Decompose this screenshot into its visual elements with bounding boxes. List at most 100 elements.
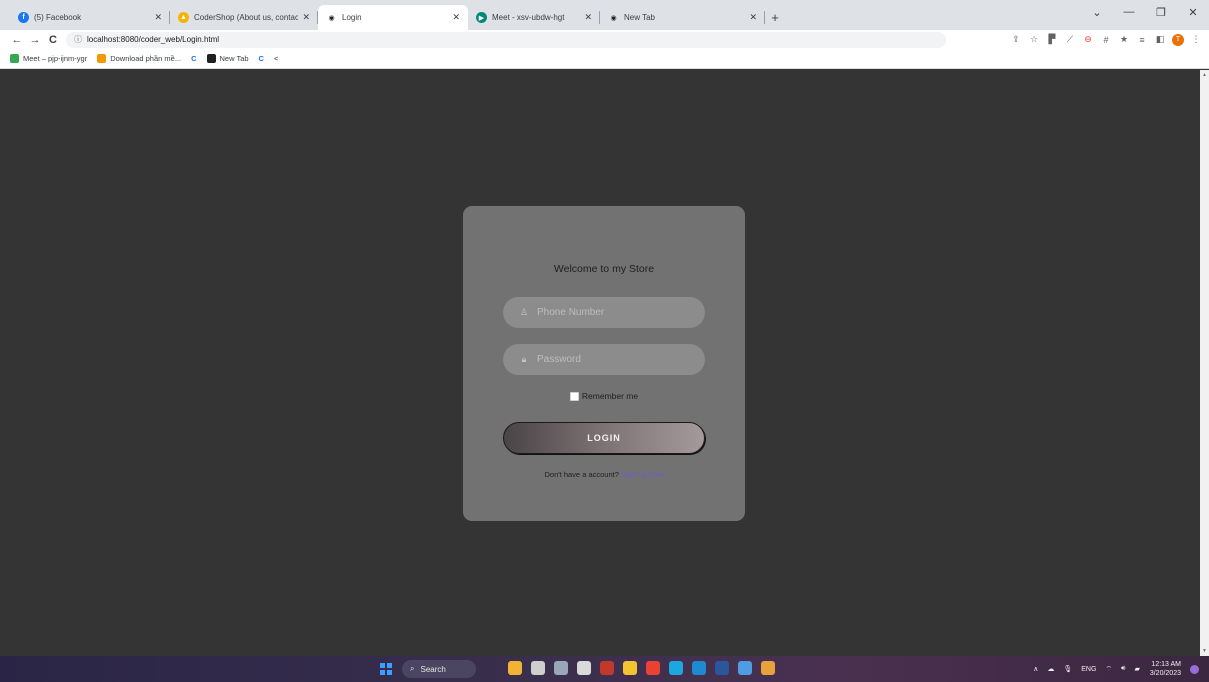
bookmark-item[interactable]: C (259, 54, 264, 63)
extension-icon[interactable]: ▛ (1043, 34, 1061, 45)
lock-icon: 🔒︎ (521, 354, 527, 364)
settings-icon[interactable] (554, 661, 568, 675)
share-icon[interactable]: ⇪ (1007, 34, 1025, 45)
reload-icon[interactable]: C (44, 34, 62, 46)
phone-input[interactable] (537, 307, 687, 318)
start-icon-tile (387, 663, 392, 668)
start-icon-tile (380, 670, 385, 675)
profile-avatar[interactable]: T (1172, 33, 1184, 46)
restore-icon[interactable]: ❐ (1145, 6, 1177, 19)
clock-date: 3/20/2023 (1149, 670, 1181, 677)
volume-icon[interactable]: 🔊︎ (1121, 665, 1125, 673)
notification-icon[interactable] (1190, 664, 1199, 674)
chrome-icon[interactable] (646, 661, 660, 675)
minimize-icon[interactable]: — (1113, 6, 1145, 18)
tab-title: CoderShop (About us, contact) - (194, 13, 299, 22)
user-icon: ♙ (519, 307, 529, 317)
tab-3[interactable]: ▶ Meet - xsv-ubdw-hgt ✕ (468, 5, 600, 30)
tab-search-icon[interactable]: ⌄ (1081, 6, 1113, 19)
bookmark-star-icon[interactable]: ☆ (1025, 34, 1043, 45)
clock[interactable]: 12:13 AM 3/20/2023 (1150, 660, 1181, 678)
login-button[interactable]: LOGIN (503, 422, 705, 454)
bookmark-item[interactable]: < (274, 54, 278, 63)
file-explorer-icon[interactable] (623, 661, 637, 675)
tab-title: Login (342, 13, 362, 22)
back-icon[interactable]: ← (8, 34, 26, 46)
bookmark-label: C (191, 54, 197, 63)
password-field[interactable]: 🔒︎ (503, 344, 705, 375)
reading-list-icon[interactable]: ≡ (1133, 35, 1151, 45)
browser-toolbar: ← → C ⓘ localhost:8080/coder_web/Login.h… (0, 30, 1209, 49)
hash-extension-icon[interactable]: # (1097, 35, 1115, 45)
remember-me-checkbox[interactable] (569, 391, 579, 401)
battery-icon[interactable]: ▰ (1134, 665, 1139, 673)
globe-icon: ◉ (610, 14, 617, 22)
globe-icon: ◉ (328, 14, 335, 22)
phone-field[interactable]: ♙ (503, 297, 705, 328)
tab-4[interactable]: ◉ New Tab ✕ (600, 5, 765, 30)
pen-extension-icon[interactable]: ⟋ (1061, 34, 1079, 45)
taskbar-apps (508, 661, 784, 675)
onedrive-icon[interactable]: ☁ (1047, 665, 1054, 673)
widgets-icon[interactable] (508, 661, 522, 675)
tab-close-icon[interactable]: ✕ (452, 12, 460, 23)
tab-close-icon[interactable]: ✕ (302, 12, 310, 23)
search-icon: ⌕ (410, 664, 415, 673)
bookmark-item[interactable]: Meet – pjp-ijnm-ygr (10, 54, 87, 63)
tab-close-icon[interactable]: ✕ (154, 12, 162, 23)
forward-icon[interactable]: → (26, 34, 44, 46)
side-panel-icon[interactable]: ◧ (1151, 34, 1169, 45)
tab-1[interactable]: ▲ CoderShop (About us, contact) - ✕ (170, 5, 318, 30)
bookmark-label: New Tab (219, 54, 249, 63)
close-window-icon[interactable]: ✕ (1177, 6, 1209, 19)
tray-chevron-icon[interactable]: ∧ (1033, 665, 1038, 673)
tab-close-icon[interactable]: ✕ (584, 12, 592, 23)
bookmark-label: Download phần mề... (110, 54, 182, 63)
mic-icon[interactable]: 🎙︎ (1063, 665, 1072, 673)
app-icon[interactable] (577, 661, 591, 675)
task-view-icon[interactable] (531, 661, 545, 675)
facebook-icon: f (18, 12, 29, 23)
toolbar-actions: ⇪ ☆ ▛ ⟋ ⊖ # ★ ≡ ◧ T ⋮ (1007, 31, 1205, 48)
site-info-icon[interactable]: ⓘ (74, 34, 82, 45)
notepad-icon[interactable] (738, 661, 752, 675)
menu-icon[interactable]: ⋮ (1187, 34, 1205, 45)
tab-strip: f (5) Facebook ✕ ▲ CoderShop (About us, cont… (0, 0, 1209, 30)
tab-list: f (5) Facebook ✕ ▲ CoderShop (About us, cont… (10, 5, 765, 30)
signup-row: Don't have a account? Sign Up now (463, 470, 745, 479)
bookmarks-bar: Meet – pjp-ijnm-ygr Download phần mề... C N… (0, 49, 1209, 69)
extensions-puzzle-icon[interactable]: ★ (1115, 34, 1133, 45)
signup-prompt: Don't have a account? (544, 470, 619, 479)
wifi-icon[interactable]: ⌔ (1105, 665, 1112, 674)
password-input[interactable] (537, 354, 687, 365)
scroll-down-icon[interactable]: ▼ (1202, 648, 1207, 654)
taskbar: ⌕ Search ∧ ☁ 🎙︎ ENG ⌔ 🔊︎ ▰ 12:13 AM 3/20… (0, 656, 1209, 682)
system-tray: ∧ ☁ 🎙︎ ENG ⌔ 🔊︎ ▰ 12:13 AM 3/20/2023 (1024, 656, 1199, 682)
bookmark-item[interactable]: New Tab (206, 54, 249, 63)
bookmark-item[interactable]: C (191, 54, 196, 63)
language-indicator[interactable]: ENG (1081, 666, 1096, 673)
taskbar-search[interactable]: ⌕ Search (402, 660, 476, 678)
start-icon-tile (387, 670, 392, 675)
address-bar[interactable]: ⓘ localhost:8080/coder_web/Login.html (66, 31, 946, 48)
word-icon[interactable] (715, 661, 729, 675)
tab-0[interactable]: f (5) Facebook ✕ (10, 5, 170, 30)
welcome-heading: Welcome to my Store (553, 263, 655, 275)
bookmark-item[interactable]: Download phần mề... (97, 54, 181, 63)
bookmark-favicon-icon (10, 54, 19, 63)
remember-me-label[interactable]: Remember me (582, 391, 638, 401)
vscode-icon[interactable] (692, 661, 706, 675)
vertical-scrollbar[interactable]: ▲ ▼ (1200, 70, 1209, 656)
bookmark-label: C (258, 54, 264, 63)
scroll-up-icon[interactable]: ▲ (1202, 72, 1207, 78)
start-button[interactable] (380, 663, 392, 675)
new-tab-button[interactable]: + (765, 5, 785, 30)
red-app-icon[interactable] (600, 661, 614, 675)
edge-icon[interactable] (669, 661, 683, 675)
red-extension-icon[interactable]: ⊖ (1079, 34, 1097, 45)
game-icon[interactable] (761, 661, 775, 675)
tab-2[interactable]: ◉ Login ✕ (318, 5, 468, 30)
signup-link[interactable]: Sign Up now (621, 470, 664, 479)
remember-me-row: Remember me (463, 391, 745, 401)
tab-close-icon[interactable]: ✕ (749, 12, 757, 23)
